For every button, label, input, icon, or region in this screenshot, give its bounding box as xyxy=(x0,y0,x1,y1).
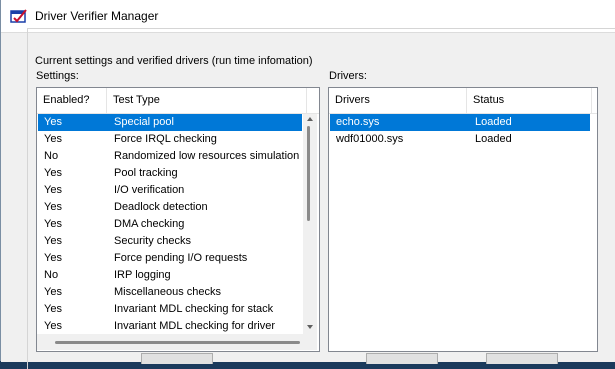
scroll-down-arrow-icon[interactable] xyxy=(307,325,313,329)
settings-horizontal-scrollbar[interactable] xyxy=(37,334,317,350)
settings-row[interactable]: Yes Deadlock detection xyxy=(38,199,302,216)
settings-vertical-scrollbar[interactable] xyxy=(303,114,317,334)
column-header-drivers[interactable]: Drivers xyxy=(329,88,467,113)
test-type-cell: Miscellaneous checks xyxy=(114,286,221,298)
test-type-cell: Deadlock detection xyxy=(114,201,208,213)
settings-label: Settings: xyxy=(36,70,79,82)
enabled-cell: Yes xyxy=(44,235,62,247)
driver-name-cell: echo.sys xyxy=(336,116,380,128)
bottom-button-1[interactable] xyxy=(141,353,213,364)
settings-row[interactable]: Yes Force IRQL checking xyxy=(38,131,302,148)
bottom-button-3[interactable] xyxy=(486,353,558,364)
enabled-cell: Yes xyxy=(44,252,62,264)
settings-row[interactable]: Yes Miscellaneous checks xyxy=(38,284,302,301)
settings-row[interactable]: Yes Security checks xyxy=(38,233,302,250)
enabled-cell: Yes xyxy=(44,320,62,332)
test-type-cell: Security checks xyxy=(114,235,192,247)
bottom-button-2[interactable] xyxy=(366,353,438,364)
driver-name-cell: wdf01000.sys xyxy=(336,133,404,145)
test-type-cell: Randomized low resources simulation xyxy=(114,150,300,162)
enabled-cell: Yes xyxy=(44,184,62,196)
settings-row[interactable]: No Randomized low resources simulation xyxy=(38,148,302,165)
test-type-cell: DMA checking xyxy=(114,218,185,230)
settings-row[interactable]: Yes Force pending I/O requests xyxy=(38,250,302,267)
enabled-cell: Yes xyxy=(44,286,62,298)
settings-row[interactable]: Yes I/O verification xyxy=(38,182,302,199)
settings-row[interactable]: Yes DMA checking xyxy=(38,216,302,233)
enabled-cell: Yes xyxy=(44,201,62,213)
enabled-cell: Yes xyxy=(44,303,62,315)
settings-row[interactable]: Yes Invariant MDL checking for driver xyxy=(38,318,302,335)
settings-row[interactable]: No IRP logging xyxy=(38,267,302,284)
driver-verifier-icon xyxy=(10,9,27,23)
window-title: Driver Verifier Manager xyxy=(35,9,159,23)
group-label: Current settings and verified drivers (r… xyxy=(33,55,315,67)
enabled-cell: Yes xyxy=(44,116,62,128)
enabled-cell: No xyxy=(44,269,59,281)
settings-hscroll-thumb[interactable] xyxy=(55,341,300,344)
settings-row[interactable]: Yes Invariant MDL checking for stack xyxy=(38,301,302,318)
test-type-cell: Special pool xyxy=(114,116,174,128)
scroll-up-arrow-icon[interactable] xyxy=(307,117,313,121)
settings-row[interactable]: Yes Special pool xyxy=(38,114,302,131)
test-type-cell: Pool tracking xyxy=(114,167,178,179)
column-header-status[interactable]: Status xyxy=(467,88,592,113)
driver-row[interactable]: wdf01000.sys Loaded xyxy=(330,131,590,148)
settings-list[interactable]: Enabled? Test Type Yes Special pool Yes For… xyxy=(36,87,320,352)
test-type-cell: Invariant MDL checking for driver xyxy=(114,320,275,332)
drivers-list[interactable]: Drivers Status echo.sys Loaded wdf01000.sy… xyxy=(328,87,598,352)
driver-status-cell: Loaded xyxy=(475,116,512,128)
driver-verifier-window: Driver Verifier Manager Current settings… xyxy=(0,0,615,369)
enabled-cell: Yes xyxy=(44,133,62,145)
settings-row[interactable]: Yes Pool tracking xyxy=(38,165,302,182)
enabled-cell: Yes xyxy=(44,218,62,230)
enabled-cell: Yes xyxy=(44,167,62,179)
enabled-cell: No xyxy=(44,150,59,162)
column-header-enabled[interactable]: Enabled? xyxy=(37,88,107,113)
test-type-cell: Force pending I/O requests xyxy=(114,252,248,264)
drivers-label: Drivers: xyxy=(329,70,367,82)
test-type-cell: Invariant MDL checking for stack xyxy=(114,303,274,315)
drivers-list-header: Drivers Status xyxy=(329,88,597,114)
settings-vscroll-thumb[interactable] xyxy=(307,126,310,221)
driver-row[interactable]: echo.sys Loaded xyxy=(330,114,590,131)
test-type-cell: I/O verification xyxy=(114,184,185,196)
column-header-test-type[interactable]: Test Type xyxy=(107,88,307,113)
settings-list-header: Enabled? Test Type xyxy=(37,88,319,114)
test-type-cell: IRP logging xyxy=(114,269,171,281)
driver-status-cell: Loaded xyxy=(475,133,512,145)
test-type-cell: Force IRQL checking xyxy=(114,133,217,145)
